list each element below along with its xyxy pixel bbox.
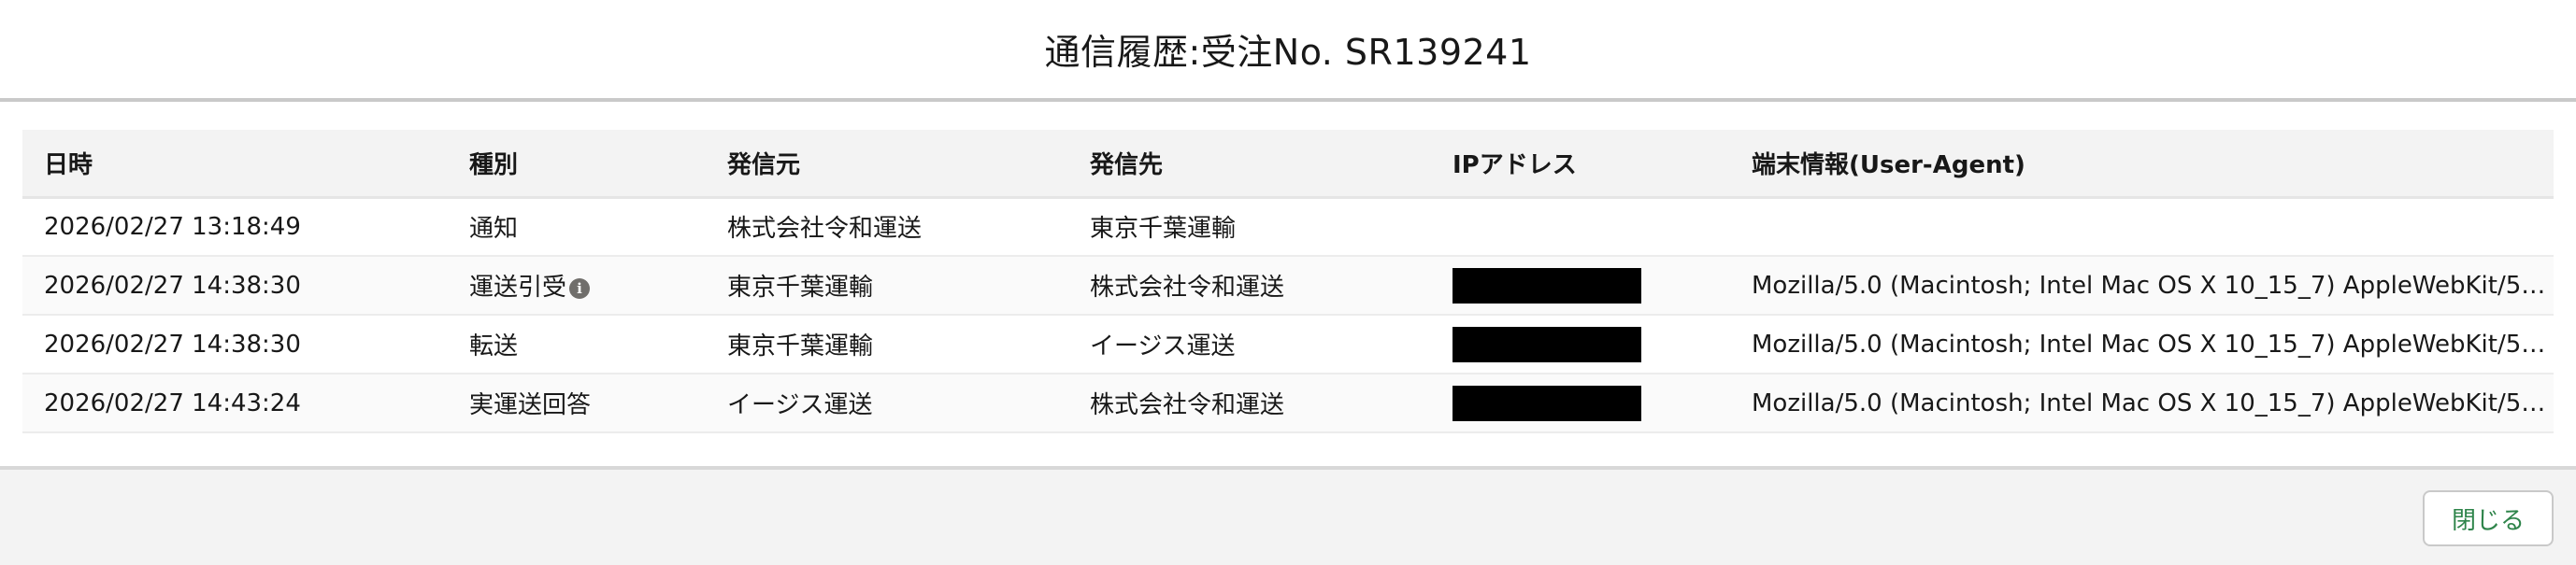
history-table: 日時 種別 発信元 発信先 IPアドレス 端末情報(User-Agent) 20… [22, 130, 2554, 433]
table-row: 2026/02/27 14:38:30 運送引受 i 東京千葉運輸 株式会社令和運… [22, 256, 2554, 315]
column-header-recipient: 発信先 [1068, 130, 1431, 199]
cell-ip-address [1431, 374, 1730, 432]
header-row: 日時 種別 発信元 発信先 IPアドレス 端末情報(User-Agent) [22, 130, 2554, 199]
info-icon[interactable]: i [569, 278, 591, 299]
column-header-datetime: 日時 [22, 130, 448, 199]
cell-type: 転送 [469, 332, 519, 360]
modal-footer: 閉じる [0, 466, 2576, 565]
cell-sender: 東京千葉運輸 [727, 332, 874, 360]
cell-type: 運送引受 i [448, 256, 706, 315]
cell-user-agent [1730, 197, 2554, 256]
cell-ip-address [1431, 197, 1730, 256]
cell-sender: イージス運送 [727, 391, 873, 419]
column-header-sender: 発信元 [706, 130, 1068, 199]
cell-recipient: イージス運送 [1090, 332, 1236, 360]
history-table-body: 2026/02/27 13:18:49 通知 株式会社令和運送 東京千葉運輸 2… [22, 197, 2554, 432]
history-table-header: 日時 種別 発信元 発信先 IPアドレス 端末情報(User-Agent) [22, 130, 2554, 199]
cell-recipient: 株式会社令和運送 [1090, 274, 1285, 302]
cell-user-agent: Mozilla/5.0 (Macintosh; Intel Mac OS X 1… [1752, 388, 2554, 417]
close-button[interactable]: 閉じる [2423, 490, 2554, 546]
cell-ip-address [1431, 256, 1730, 315]
redacted-ip-block [1453, 267, 1641, 304]
cell-sender: 株式会社令和運送 [727, 215, 923, 244]
cell-user-agent: Mozilla/5.0 (Macintosh; Intel Mac OS X 1… [1752, 330, 2554, 359]
redacted-ip-block [1453, 326, 1641, 362]
cell-type: 通知 [469, 215, 519, 244]
cell-datetime: 2026/02/27 14:43:24 [44, 388, 301, 417]
cell-type-label: 運送引受 [469, 274, 567, 302]
column-header-user-agent: 端末情報(User-Agent) [1730, 130, 2554, 199]
cell-ip-address [1431, 315, 1730, 374]
communication-history-modal: 通信履歴:受注No. SR139241 日時 種別 発信元 発信先 IPアドレス… [0, 0, 2576, 565]
redacted-ip-block [1453, 385, 1641, 421]
modal-header: 通信履歴:受注No. SR139241 [0, 0, 2576, 102]
cell-sender: 東京千葉運輸 [727, 274, 874, 302]
column-header-ip-address: IPアドレス [1431, 130, 1730, 199]
column-header-type: 種別 [448, 130, 706, 199]
table-row: 2026/02/27 13:18:49 通知 株式会社令和運送 東京千葉運輸 [22, 197, 2554, 256]
cell-recipient: 東京千葉運輸 [1090, 215, 1237, 244]
cell-type: 実運送回答 [469, 391, 592, 419]
modal-title: 通信履歴:受注No. SR139241 [1044, 32, 1532, 73]
cell-recipient: 株式会社令和運送 [1090, 391, 1285, 419]
modal-body: 日時 種別 発信元 発信先 IPアドレス 端末情報(User-Agent) 20… [0, 102, 2576, 466]
cell-datetime: 2026/02/27 14:38:30 [44, 271, 301, 300]
table-row: 2026/02/27 14:43:24 実運送回答 イージス運送 株式会社令和運… [22, 374, 2554, 432]
cell-datetime: 2026/02/27 14:38:30 [44, 330, 301, 359]
cell-datetime: 2026/02/27 13:18:49 [44, 212, 301, 241]
table-row: 2026/02/27 14:38:30 転送 東京千葉運輸 イージス運送 Moz… [22, 315, 2554, 374]
cell-user-agent: Mozilla/5.0 (Macintosh; Intel Mac OS X 1… [1752, 271, 2554, 300]
